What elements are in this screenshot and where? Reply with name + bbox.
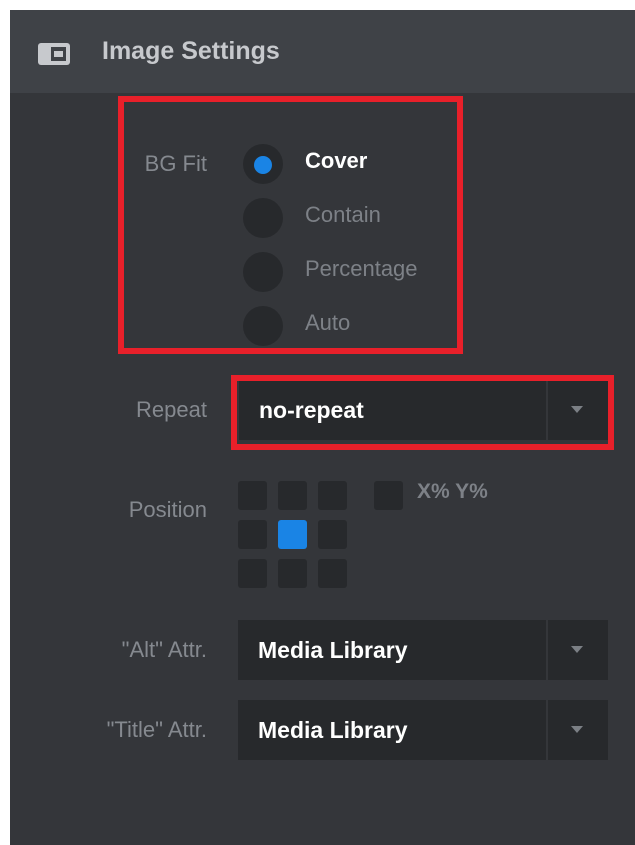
radio-button[interactable] <box>243 198 283 238</box>
chevron-down-icon[interactable] <box>571 646 583 653</box>
panel-layout-icon <box>38 43 70 65</box>
position-bottom-left[interactable] <box>238 559 267 588</box>
position-bottom-center[interactable] <box>278 559 307 588</box>
option-label: Auto <box>305 310 351 335</box>
radio-button[interactable] <box>243 252 283 292</box>
position-label: Position <box>128 497 207 522</box>
repeat-select[interactable]: no-repeat <box>239 380 608 440</box>
bg-fit-label: BG Fit <box>144 151 207 176</box>
repeat-label: Repeat <box>136 397 207 422</box>
radio-selected-dot <box>254 156 272 174</box>
position-custom-label: X% Y% <box>417 480 488 503</box>
chevron-down-icon[interactable] <box>571 406 583 413</box>
alt-attr-label: "Alt" Attr. <box>121 637 207 662</box>
title-attr-value: Media Library <box>258 717 408 743</box>
position-center[interactable] <box>278 520 307 549</box>
select-divider <box>546 620 548 680</box>
title-attr-label: "Title" Attr. <box>106 717 207 742</box>
radio-button[interactable] <box>243 306 283 346</box>
select-divider <box>546 380 548 440</box>
select-divider <box>546 700 548 760</box>
image-settings-panel: Image Settings BG Fit Cover Contain Perc… <box>10 10 635 845</box>
option-label: Percentage <box>305 256 418 281</box>
position-top-right[interactable] <box>318 481 347 510</box>
alt-attr-select[interactable]: Media Library <box>238 620 608 680</box>
position-top-left[interactable] <box>238 481 267 510</box>
position-custom-checkbox[interactable] <box>374 481 403 510</box>
repeat-value: no-repeat <box>259 397 364 423</box>
panel-title: Image Settings <box>102 37 280 65</box>
panel-header: Image Settings <box>10 10 635 93</box>
option-label: Contain <box>305 202 381 227</box>
radio-button[interactable] <box>243 144 283 184</box>
position-bottom-right[interactable] <box>318 559 347 588</box>
position-center-left[interactable] <box>238 520 267 549</box>
chevron-down-icon[interactable] <box>571 726 583 733</box>
position-center-right[interactable] <box>318 520 347 549</box>
bg-fit-highlight-box <box>118 96 463 354</box>
option-label: Cover <box>305 148 368 173</box>
title-attr-select[interactable]: Media Library <box>238 700 608 760</box>
position-top-center[interactable] <box>278 481 307 510</box>
alt-attr-value: Media Library <box>258 637 408 663</box>
